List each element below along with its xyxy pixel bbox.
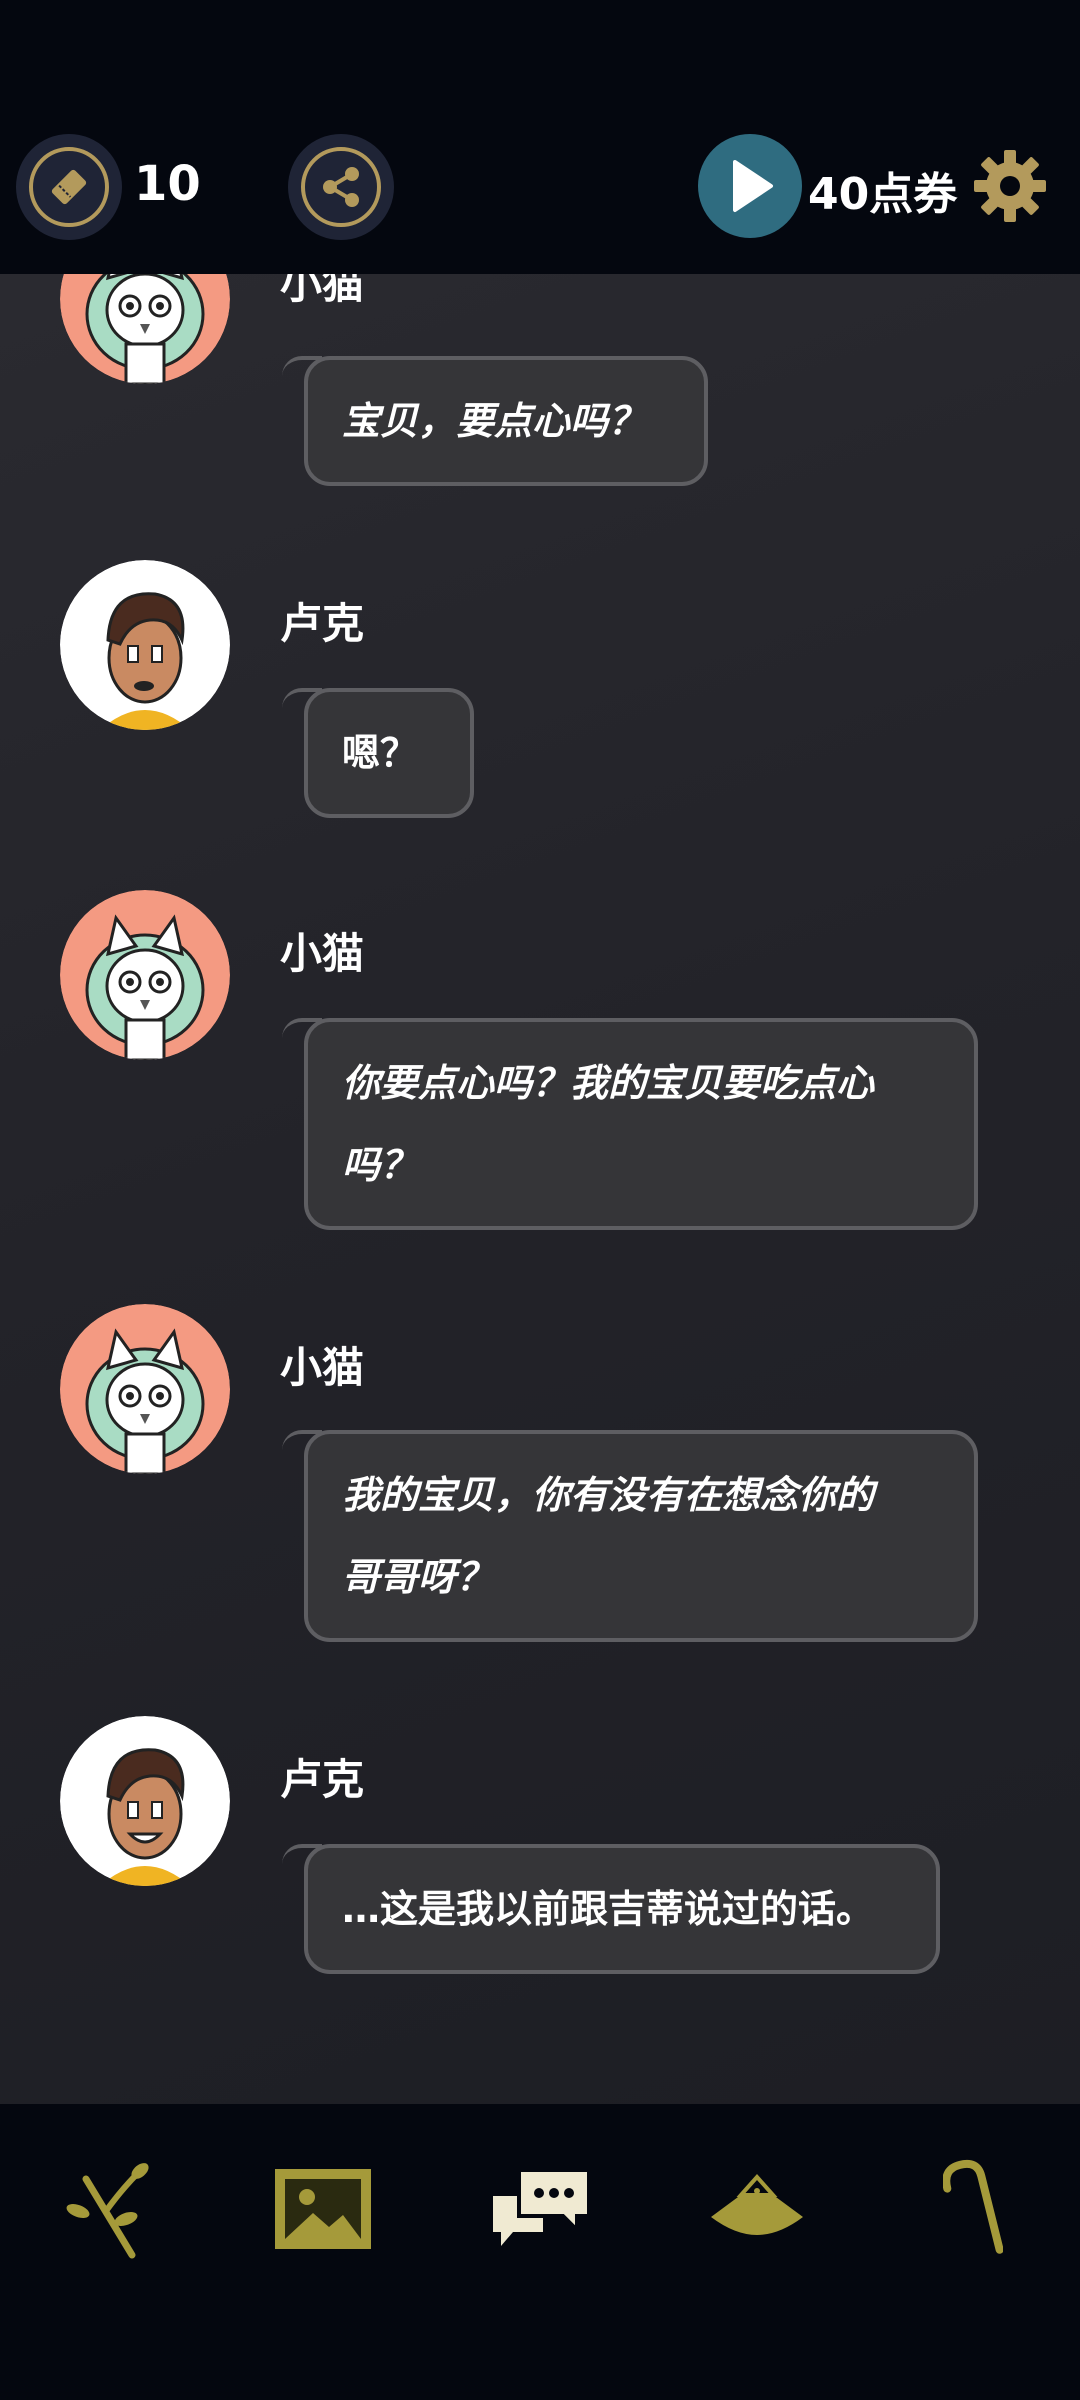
play-icon — [733, 160, 773, 212]
speaker-name: 小猫 — [280, 274, 365, 308]
luke-avatar — [60, 1716, 230, 1886]
message-text: 我的宝贝，你有没有在想念你的 哥哥呀？ — [342, 1473, 875, 1599]
ticket-count: 10 — [134, 156, 201, 212]
points-label[interactable]: 40点券 — [808, 158, 957, 222]
speaker-name: 卢克 — [280, 599, 365, 648]
nav-branch-button[interactable] — [54, 2154, 164, 2264]
nav-chat-button[interactable] — [486, 2154, 596, 2264]
message-bubble[interactable]: 我的宝贝，你有没有在想念你的 哥哥呀？ — [304, 1430, 978, 1642]
play-ad-button[interactable] — [698, 134, 802, 238]
nav-cane-button[interactable] — [918, 2154, 1028, 2264]
message-bubble[interactable]: 嗯？ — [304, 688, 474, 818]
speaker-name: 卢克 — [280, 1755, 365, 1804]
cat-avatar — [60, 1304, 230, 1474]
message-text: 嗯？ — [342, 731, 419, 775]
nav-hat-button[interactable] — [702, 2154, 812, 2264]
luke-avatar — [60, 560, 230, 730]
message-bubble[interactable]: …这是我以前跟吉蒂说过的话。 — [304, 1844, 940, 1974]
share-button[interactable] — [288, 134, 394, 240]
message-text: 宝贝，要点心吗？ — [342, 399, 647, 443]
speaker-name: 小猫 — [280, 929, 365, 978]
message-bubble[interactable]: 你要点心吗？我的宝贝要吃点心 吗？ — [304, 1018, 978, 1230]
ticket-icon — [29, 147, 109, 227]
hat-icon — [711, 2173, 803, 2235]
top-bar: 10 40点券 — [0, 0, 1080, 274]
chat-icon — [493, 2168, 591, 2246]
gallery-icon — [275, 2169, 371, 2249]
ticket-button[interactable] — [16, 134, 122, 240]
share-icon — [301, 147, 381, 227]
gear-icon[interactable] — [972, 148, 1048, 224]
cat-avatar — [60, 274, 230, 384]
cane-icon — [943, 2159, 1003, 2254]
chat-log[interactable]: 小猫 宝贝，要点心吗？ 卢克 嗯？ 小猫 你要点心吗？我的宝贝要吃点心 吗？ 小… — [0, 274, 1080, 2104]
branch-icon — [66, 2163, 149, 2259]
message-bubble[interactable]: 宝贝，要点心吗？ — [304, 356, 708, 486]
nav-gallery-button[interactable] — [268, 2154, 378, 2264]
message-text: 你要点心吗？我的宝贝要吃点心 吗？ — [342, 1061, 875, 1187]
bottom-nav — [0, 2104, 1080, 2400]
speaker-name: 小猫 — [280, 1343, 365, 1392]
message-text: …这是我以前跟吉蒂说过的话。 — [342, 1887, 875, 1931]
cat-avatar — [60, 890, 230, 1060]
